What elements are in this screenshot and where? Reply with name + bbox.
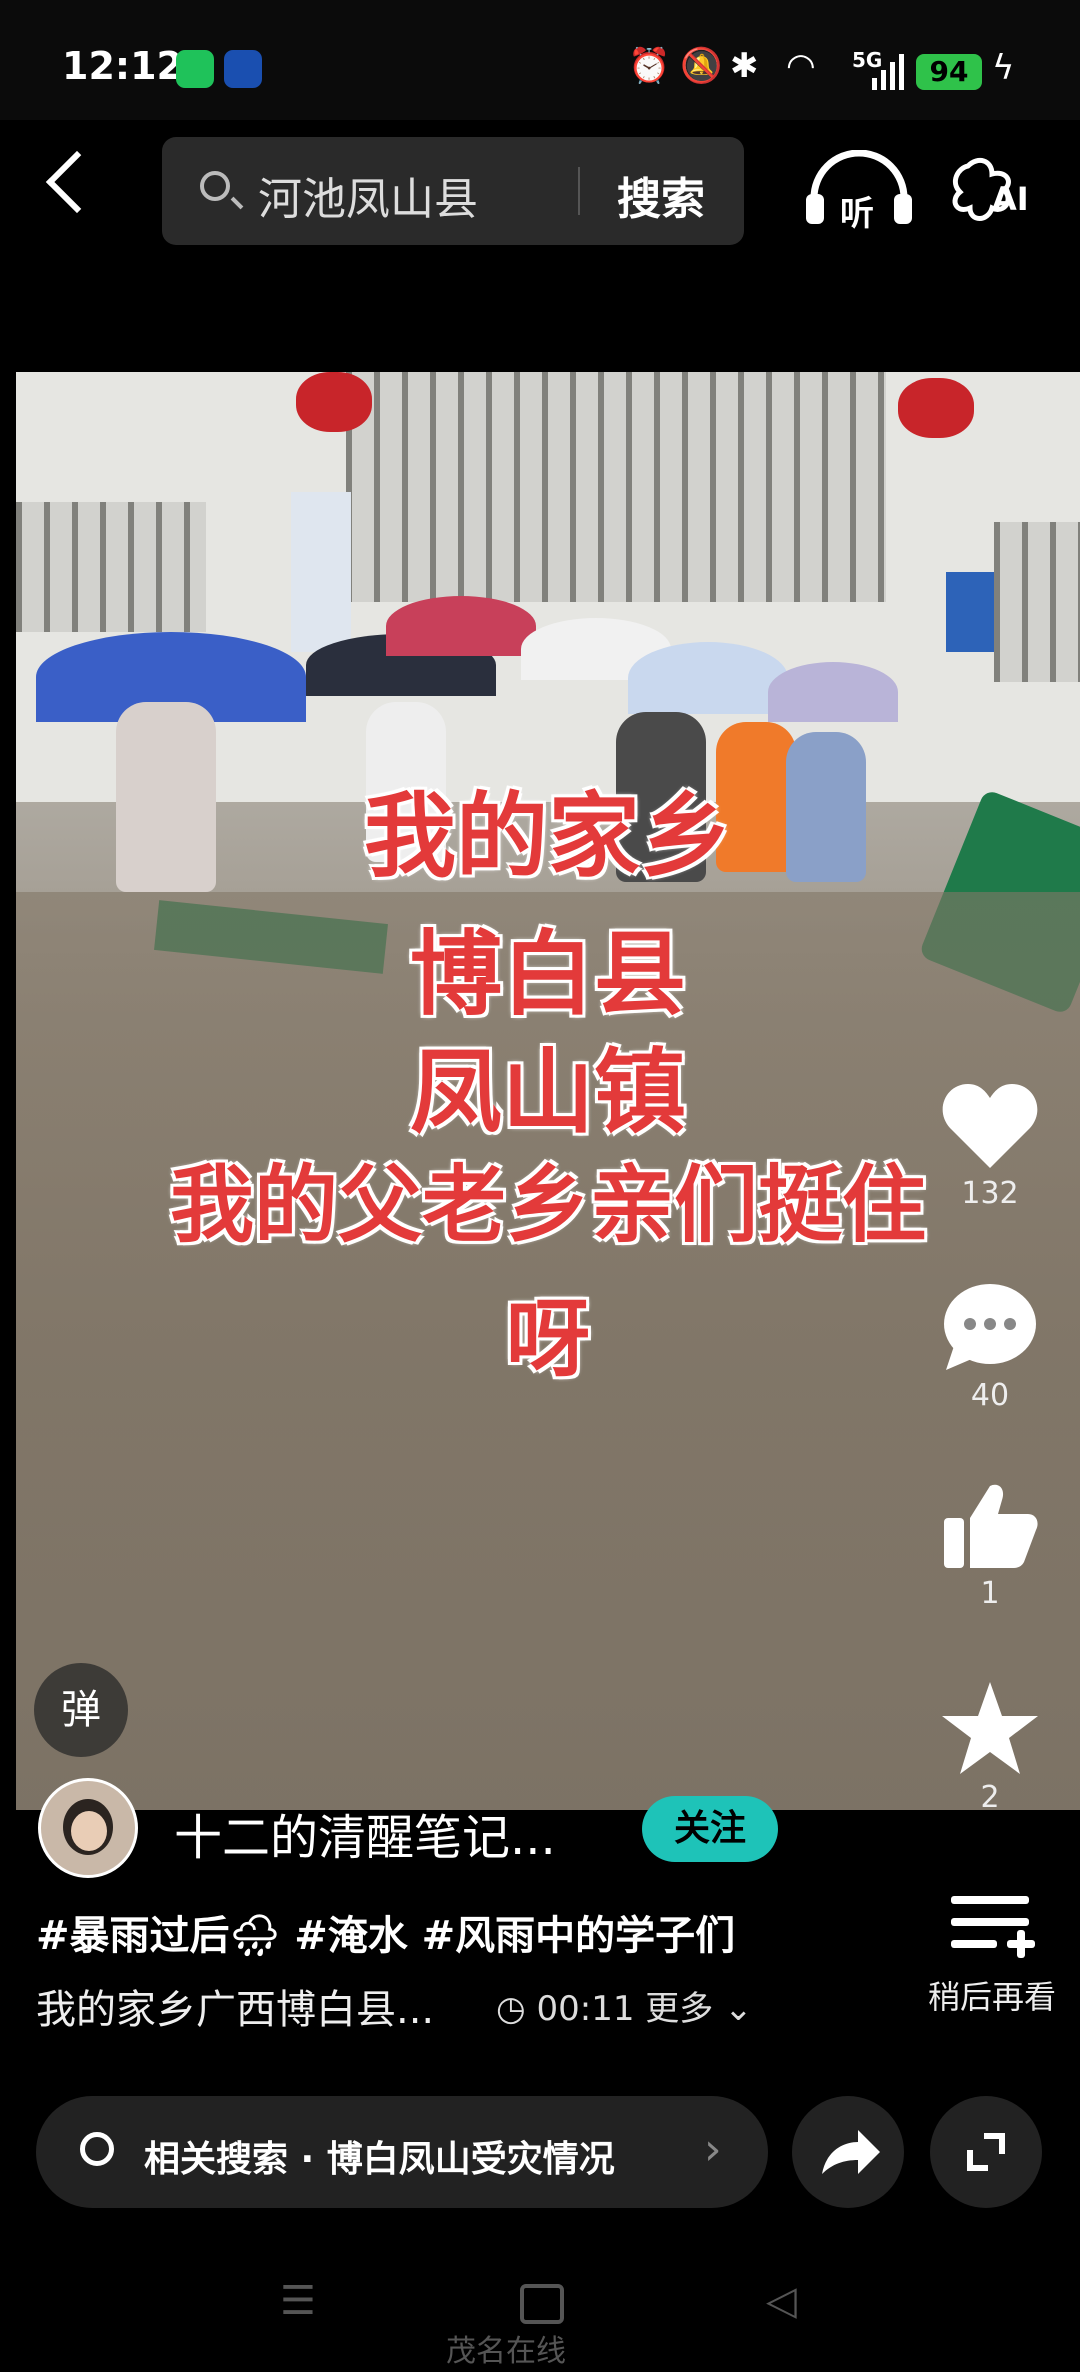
like-count: 132 (961, 1176, 1019, 1211)
comment-count: 40 (970, 1378, 1010, 1413)
gate (346, 372, 886, 602)
nav-menu-icon[interactable]: ☰ (280, 2278, 316, 2324)
bluetooth-icon: ✱ (730, 46, 759, 86)
charging-icon: ϟ (992, 48, 1015, 88)
listen-button[interactable]: 听 (800, 149, 918, 234)
comment-icon (944, 1284, 1036, 1370)
window-bars (16, 502, 206, 632)
wechat-icon (176, 50, 214, 88)
video-caption-line: 我的父老乡亲们挺住 (169, 1156, 926, 1254)
chevron-down-icon: ⌄ (724, 1989, 753, 2029)
notice-board (291, 492, 351, 652)
chevron-right-icon: › (704, 2124, 722, 2175)
battery-indicator: 94 (916, 54, 982, 90)
watch-later-icon (951, 1896, 1035, 1958)
search-button[interactable]: 搜索 (617, 163, 705, 227)
share-icon (822, 2130, 880, 2174)
favorite-count: 2 (980, 1780, 1000, 1815)
watch-later-label: 稍后再看 (927, 1978, 1056, 2016)
app-notification-icon (224, 50, 262, 88)
watermark: 茂名在线 (446, 2334, 566, 2369)
status-time: 12:12 (62, 44, 183, 88)
search-query[interactable]: 河池凤山县 (258, 163, 478, 227)
post-meta[interactable]: ◷ 00:11 更多 ⌄ (496, 1981, 753, 2030)
heart-icon (942, 1084, 1038, 1168)
thumbs-up-count: 1 (980, 1576, 1000, 1611)
avatar-face (71, 1811, 107, 1851)
favorite-button[interactable]: 2 (930, 1680, 1050, 1815)
related-search-bar[interactable]: 相关搜索 · 博白凤山受灾情况 › (36, 2096, 768, 2208)
umbrella (768, 662, 898, 722)
alarm-icon: ⏰ (628, 46, 671, 86)
listen-label: 听 (840, 194, 874, 234)
sign-board (946, 572, 994, 652)
status-bar: 12:12 ⏰ 🔕 ✱ ◠ 5G 94 ϟ (0, 0, 1080, 120)
mute-icon: 🔕 (680, 46, 723, 86)
search-divider (578, 167, 580, 215)
search-bar[interactable]: 河池凤山县 搜索 (162, 137, 744, 245)
search-icon (200, 171, 230, 201)
fullscreen-icon (967, 2133, 1005, 2171)
red-lantern (898, 378, 974, 438)
comment-button[interactable]: 40 (930, 1282, 1050, 1413)
more-link[interactable]: 更多 (645, 1989, 713, 2029)
author-name[interactable]: 十二的清醒笔记... (174, 1798, 556, 1868)
ai-label: AI (992, 180, 1029, 218)
watch-later-button[interactable]: 稍后再看 (922, 1888, 1062, 2018)
wifi-icon: ◠ (786, 46, 816, 86)
clock-icon: ◷ (496, 1989, 526, 2029)
umbrella (386, 596, 536, 656)
author-avatar[interactable] (38, 1778, 138, 1878)
window-bars-right (994, 522, 1080, 682)
video-caption-line: 呀 (505, 1290, 590, 1388)
red-lantern (296, 372, 372, 432)
back-button[interactable] (45, 150, 109, 214)
post-description[interactable]: 我的家乡广西博白县... (36, 1977, 434, 2035)
follow-button[interactable]: 关注 (642, 1796, 778, 1862)
video-player[interactable]: 我的家乡 博白县 凤山镇 我的父老乡亲们挺住 呀 (16, 372, 1080, 1810)
related-search-label: 相关搜索 · 博白凤山受灾情况 (144, 2139, 615, 2180)
video-caption-line: 凤山镇 (409, 1039, 686, 1146)
umbrella (628, 642, 788, 714)
thumbs-up-button[interactable]: 1 (930, 1480, 1050, 1611)
search-icon (80, 2132, 114, 2166)
like-button[interactable]: 132 (930, 1080, 1050, 1211)
fullscreen-button[interactable] (930, 2096, 1042, 2208)
video-caption-line: 我的家乡 (363, 783, 732, 890)
star-icon (942, 1682, 1038, 1774)
nav-home-icon[interactable] (520, 2284, 564, 2324)
danmu-toggle-button[interactable]: 弹 (34, 1663, 128, 1757)
share-button[interactable] (792, 2096, 904, 2208)
video-duration: 00:11 (536, 1989, 635, 2029)
nav-back-icon[interactable]: ◁ (766, 2278, 797, 2324)
signal-icon (872, 54, 906, 90)
video-caption-line: 博白县 (409, 921, 686, 1028)
hashtags[interactable]: #暴雨过后🌧 #淹水 #风雨中的学子们 (36, 1903, 735, 1961)
ai-button[interactable]: AI (948, 156, 1034, 226)
thumbs-up-icon (944, 1484, 1038, 1568)
